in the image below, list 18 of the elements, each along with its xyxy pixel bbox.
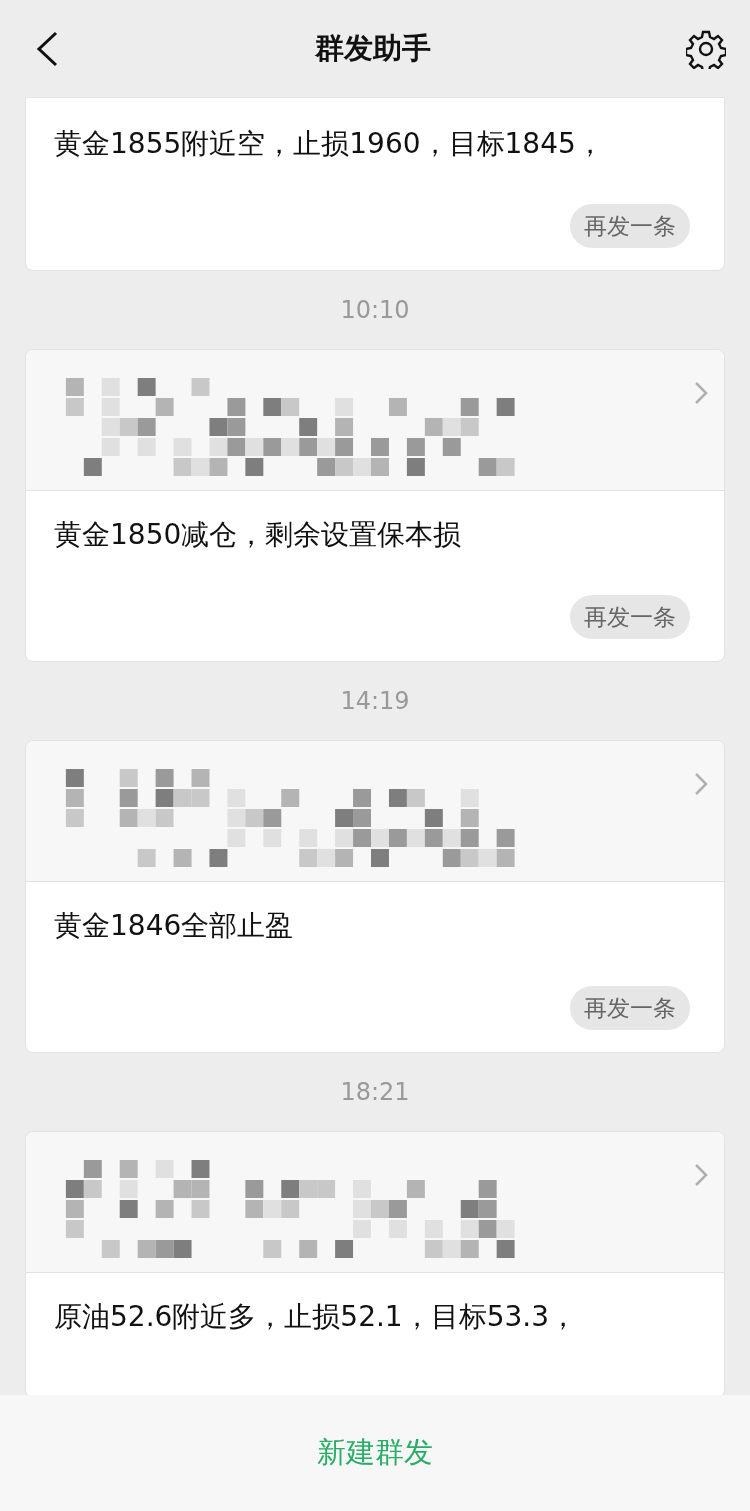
recipient-list[interactable] (26, 741, 724, 882)
timestamp: 10:10 (340, 296, 410, 324)
recipient-list[interactable] (26, 1132, 724, 1273)
resend-button[interactable]: 再发一条 (570, 986, 690, 1030)
recipient-list[interactable] (26, 350, 724, 491)
chevron-icon (695, 773, 708, 795)
window-title: 群发助手 (315, 29, 431, 67)
timestamp: 18:21 (340, 1078, 410, 1106)
chevron-icon (695, 1164, 708, 1186)
new-broadcast-button[interactable]: 新建群发 (311, 1432, 439, 1474)
message-text: 黄金1850减仓，剩余设置保本损 (53, 517, 463, 553)
message-text: 原油52.6附近多，止损52.1，目标53.3， (53, 1299, 579, 1335)
resend-button[interactable]: 再发一条 (570, 595, 690, 639)
timestamp: 14:19 (340, 687, 410, 715)
resend-button[interactable]: 再发一条 (570, 204, 690, 248)
chevron-icon (695, 382, 708, 404)
message-text: 黄金1855附近空，止损1960，目标1845， (53, 126, 605, 162)
message-text: 黄金1846全部止盈 (53, 908, 295, 944)
